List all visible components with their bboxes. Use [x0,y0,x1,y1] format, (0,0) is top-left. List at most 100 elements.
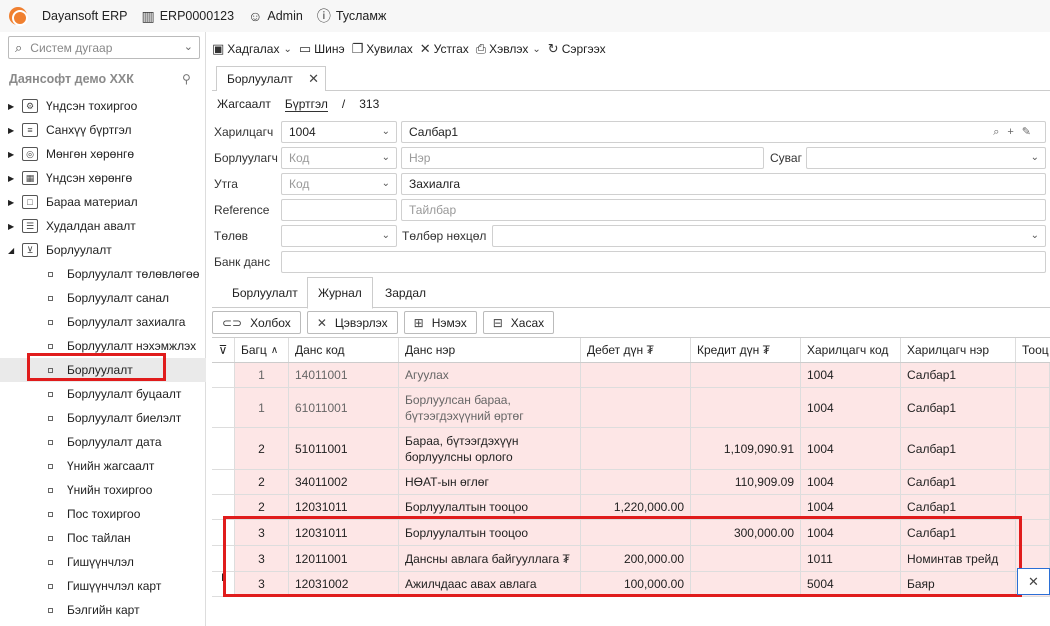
cell-settlement[interactable] [1016,388,1050,427]
chevron-down-icon[interactable]: ⌄ [382,126,390,137]
expand-arrow-icon[interactable]: ▶ [8,102,18,111]
seller-name-field[interactable]: Нэр [401,147,764,169]
tab-sales[interactable]: Борлуулалт ✕ [216,66,326,91]
cell-settlement[interactable] [1016,363,1050,387]
customer-code-field[interactable]: 1004 ⌄ [281,121,397,143]
cell-account-code[interactable]: 34011002 [289,470,399,494]
chevron-down-icon[interactable]: ⌄ [382,230,390,241]
chevron-down-icon[interactable]: ⌄ [283,44,291,55]
row-selector[interactable] [212,428,235,469]
cell-account-code[interactable]: 14011001 [289,363,399,387]
cell-debit[interactable] [581,363,691,387]
expand-arrow-icon[interactable]: ▶ [8,222,18,231]
cell-account-name[interactable]: Агуулах [399,363,581,387]
close-icon[interactable]: ✕ [308,71,319,87]
chevron-down-icon[interactable]: ⌄ [1031,152,1039,163]
cell-debit[interactable] [581,428,691,469]
bank-account-field[interactable] [281,251,1046,273]
column-header-account-name[interactable]: Данс нэр [399,338,581,362]
delete-button[interactable]: ✕ Устгах [420,41,469,57]
sidebar-item-sales[interactable]: ◢ ⊻ Борлуулалт [0,238,206,262]
type-value-field[interactable]: Захиалга [401,173,1046,195]
column-header-settlement[interactable]: Тооц [1016,338,1050,362]
cell-customer-name[interactable]: Салбар1 [901,470,1016,494]
sidebar-subitem-membership[interactable]: Гишүүнчлэл [0,550,206,574]
cell-debit[interactable] [581,470,691,494]
add-row-button[interactable]: ⊞ Нэмэх [403,311,477,334]
sidebar-item-cash[interactable]: ▶ ◎ Мөнгөн хөрөнгө [0,142,206,166]
row-delete-cell[interactable]: ✕ [1017,568,1050,595]
breadcrumb-register[interactable]: Бүртгэл [284,97,328,112]
sidebar-subitem-sales-data[interactable]: Борлуулалт дата [0,430,206,454]
new-button[interactable]: ▭ Шинэ [299,41,345,57]
user-menu[interactable]: ☺ Admin [248,8,303,24]
cell-debit[interactable] [581,388,691,427]
company-code[interactable]: ▥ ERP0000123 [141,8,234,25]
sidebar-subitem-sales-offer[interactable]: Борлуулалт санал [0,286,206,310]
cell-customer-name[interactable]: Салбар1 [901,363,1016,387]
channel-select[interactable]: ⌄ [806,147,1046,169]
save-button[interactable]: ▣ Хадгалах ⌄ [212,41,292,57]
cell-customer-code[interactable]: 1004 [801,363,901,387]
cell-batch[interactable]: 1 [235,363,289,387]
cell-credit[interactable] [691,363,801,387]
app-name[interactable]: Dayansoft ERP [42,9,127,23]
cell-batch[interactable]: 1 [235,388,289,427]
copy-button[interactable]: ❐ Хувилах [352,41,413,57]
cell-credit[interactable]: 1,109,090.91 [691,428,801,469]
sidebar-subitem-price-settings[interactable]: Үнийн тохиргоо [0,478,206,502]
cell-account-name[interactable]: Бараа, бүтээгдэхүүн борлуулсны орлого [399,428,581,469]
sidebar-item-purchase[interactable]: ▶ ☰ Худалдан авалт [0,214,206,238]
sidebar-subitem-sales-plan[interactable]: Борлуулалт төлөвлөгөө [0,262,206,286]
cell-account-name[interactable]: НӨАТ-ын өглөг [399,470,581,494]
table-row[interactable]: 1 14011001 Агуулах 1004 Салбар1 [212,363,1050,388]
collapse-arrow-icon[interactable]: ◢ [8,246,18,255]
cell-credit[interactable] [691,388,801,427]
refresh-button[interactable]: ↻ Сэргээх [548,41,606,57]
filter-icon[interactable]: ⊽ [212,338,235,362]
table-row[interactable]: 1 61011001 Борлуулсан бараа, бүтээгдэхүүни… [212,388,1050,428]
column-header-batch[interactable]: Багц ∧ [235,338,289,362]
tab-journal[interactable]: Журнал [307,277,373,309]
sidebar-subitem-price-list[interactable]: Үнийн жагсаалт [0,454,206,478]
column-header-customer-code[interactable]: Харилцагч код [801,338,901,362]
expand-arrow-icon[interactable]: ▶ [8,174,18,183]
help-link[interactable]: ⓘ Тусламж [317,6,387,26]
cell-customer-name[interactable]: Салбар1 [901,428,1016,469]
sidebar-subitem-sales-order[interactable]: Борлуулалт захиалга [0,310,206,334]
column-header-customer-name[interactable]: Харилцагч нэр [901,338,1016,362]
sidebar-subitem-sales-fulfillment[interactable]: Борлуулалт биелэлт [0,406,206,430]
customer-name-field[interactable]: Салбар1 ⌕+✎ [401,121,1046,143]
table-row[interactable]: 2 51011001 Бараа, бүтээгдэхүүн борлуулсны … [212,428,1050,470]
link-button[interactable]: ⊂⊃ Холбох [212,311,301,334]
cell-account-name[interactable]: Борлуулсан бараа, бүтээгдэхүүний өртөг [399,388,581,427]
chevron-down-icon[interactable]: ⌄ [1031,230,1039,241]
chevron-down-icon[interactable]: ⌄ [382,178,390,189]
sidebar-subitem-gift-card[interactable]: Бэлгийн карт [0,598,206,622]
pin-icon[interactable]: ⚲ [182,72,191,86]
column-header-credit[interactable]: Кредит дүн ₮ [691,338,801,362]
system-number-search[interactable]: ⌕ Систем дугаар ⌄ [8,36,200,59]
type-code-field[interactable]: Код ⌄ [281,173,397,195]
tab-expense[interactable]: Зардал [375,277,436,308]
sidebar-item-finance[interactable]: ▶ ≡ Санхүү бүртгэл [0,118,206,142]
sidebar-subitem-pos-report[interactable]: Пос тайлан [0,526,206,550]
sidebar-subitem-pos-settings[interactable]: Пос тохиргоо [0,502,206,526]
column-header-account-code[interactable]: Данс код [289,338,399,362]
remove-row-button[interactable]: ⊟ Хасах [482,311,555,334]
description-field[interactable]: Тайлбар [401,199,1046,221]
sidebar-item-fixed-assets[interactable]: ▶ ▦ Үндсэн хөрөнгө [0,166,206,190]
cell-batch[interactable]: 2 [235,428,289,469]
reference-field[interactable] [281,199,397,221]
chevron-down-icon[interactable]: ⌄ [382,152,390,163]
cell-settlement[interactable] [1016,470,1050,494]
cell-account-code[interactable]: 61011001 [289,388,399,427]
cell-account-code[interactable]: 51011001 [289,428,399,469]
cell-customer-code[interactable]: 1004 [801,388,901,427]
payment-terms-select[interactable]: ⌄ [492,225,1046,247]
sidebar-subitem-membership-card[interactable]: Гишүүнчлэл карт [0,574,206,598]
column-header-debit[interactable]: Дебет дүн ₮ [581,338,691,362]
cell-batch[interactable]: 2 [235,470,289,494]
expand-arrow-icon[interactable]: ▶ [8,198,18,207]
breadcrumb-list[interactable]: Жагсаалт [217,97,271,112]
